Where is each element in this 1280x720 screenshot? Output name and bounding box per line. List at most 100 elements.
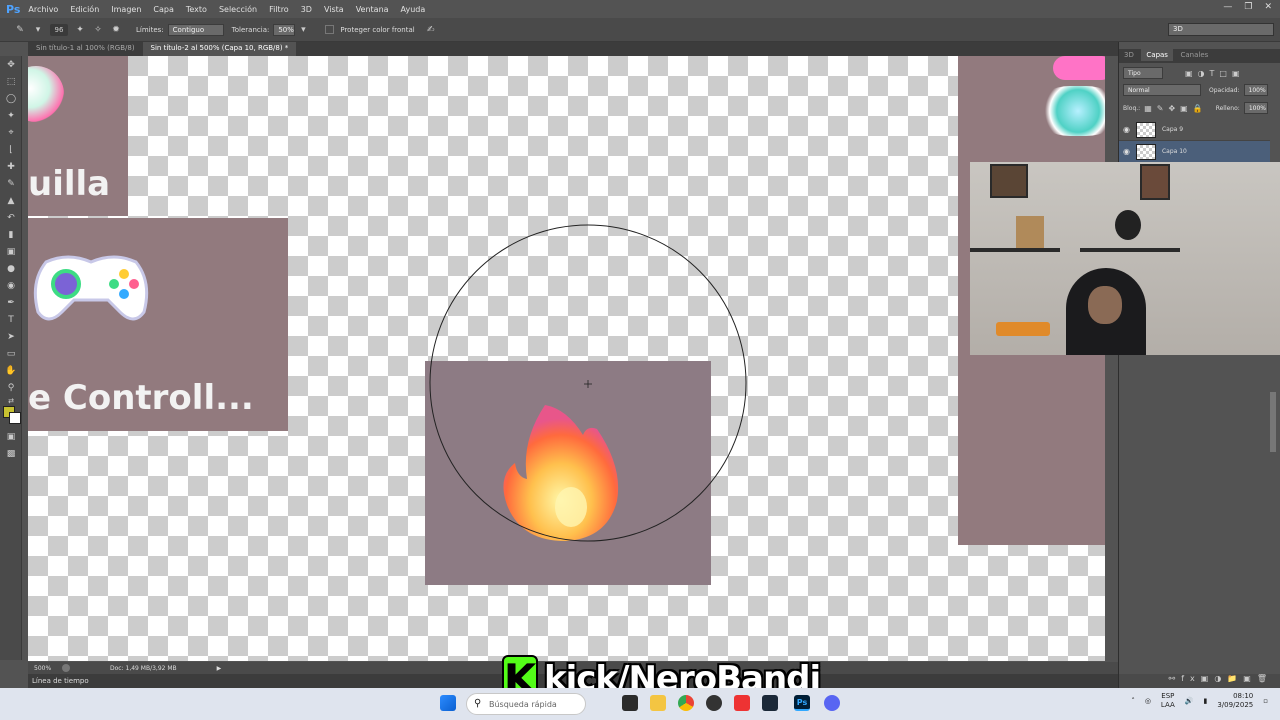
status-arrow-icon[interactable]: ▶ xyxy=(217,665,222,672)
app-icon[interactable] xyxy=(734,695,750,711)
background-color-swatch[interactable] xyxy=(9,412,21,424)
menu-seleccion[interactable]: Selección xyxy=(219,5,257,14)
workspace-select[interactable]: 3D xyxy=(1168,23,1274,36)
search-placeholder: Búsqueda rápida xyxy=(489,699,557,709)
file-explorer-icon[interactable] xyxy=(650,695,666,711)
move-tool-icon[interactable]: ✥ xyxy=(0,56,22,73)
menu-3d[interactable]: 3D xyxy=(301,5,312,14)
quick-mask-icon[interactable]: ▣ xyxy=(0,428,22,445)
visibility-eye-icon[interactable]: ◉ xyxy=(1123,147,1130,156)
lasso-tool-icon[interactable]: ◯ xyxy=(0,90,22,107)
type-tool-icon[interactable]: T xyxy=(0,311,22,328)
pen-pressure-icon[interactable]: ✍ xyxy=(425,24,437,36)
sampling-swatch-icon[interactable]: ✹ xyxy=(110,24,122,36)
clock[interactable]: 08:10 3/09/2025 xyxy=(1217,692,1253,710)
canvas-layer-logo-fragment: uilla xyxy=(28,56,128,216)
tolerance-input[interactable]: 50% xyxy=(273,23,296,36)
sampling-continuous-icon[interactable]: ✦ xyxy=(74,24,86,36)
tab-channels[interactable]: Canales xyxy=(1176,49,1214,61)
layer-actions-bar[interactable]: ⚯fx▣◑📁▣🗑 xyxy=(1119,674,1280,688)
menu-imagen[interactable]: Imagen xyxy=(111,5,141,14)
blend-row: Normal Opacidad: 100% xyxy=(1119,81,1280,99)
eraser-tool-icon[interactable]: ▮ xyxy=(0,226,22,243)
notifications-icon[interactable]: ▫ xyxy=(1263,697,1268,705)
restore-icon[interactable]: ❐ xyxy=(1244,2,1252,12)
dropdown-arrow-icon[interactable]: ▾ xyxy=(32,24,44,36)
blend-mode-select[interactable]: Normal xyxy=(1123,84,1201,96)
menu-ayuda[interactable]: Ayuda xyxy=(401,5,426,14)
fill-label: Relleno: xyxy=(1215,104,1240,112)
task-view-icon[interactable] xyxy=(622,695,638,711)
doc-size: Doc: 1,49 MB/3,92 MB xyxy=(110,664,177,672)
brush-size-preview[interactable]: 96 xyxy=(50,23,68,36)
path-selection-tool-icon[interactable]: ➤ xyxy=(0,328,22,345)
protect-color-checkbox[interactable] xyxy=(325,25,335,34)
layer-filter-icons[interactable]: ▣◑T□▣ xyxy=(1185,69,1245,78)
menu-ventana[interactable]: Ventana xyxy=(356,5,389,14)
healing-brush-tool-icon[interactable]: ✚ xyxy=(0,158,22,175)
lock-icons[interactable]: ▦✎✥▣🔒 xyxy=(1144,104,1207,113)
color-swatches xyxy=(0,406,21,428)
tab-document-2[interactable]: Sin título-2 al 500% (Capa 10, RGB/8) * xyxy=(142,42,297,56)
shape-tool-icon[interactable]: ▭ xyxy=(0,345,22,362)
taskbar-search[interactable]: ⚲ Búsqueda rápida xyxy=(466,693,586,715)
limits-select[interactable]: Contiguo xyxy=(167,23,224,36)
tab-document-1[interactable]: Sin título-1 al 100% (RGB/8) xyxy=(28,42,143,56)
layer-row-capa-10[interactable]: ◉ Capa 10 xyxy=(1119,141,1270,163)
discord-icon[interactable] xyxy=(824,695,840,711)
sampling-once-icon[interactable]: ✧ xyxy=(92,24,104,36)
hand-tool-icon[interactable]: ✋ xyxy=(0,362,22,379)
layer-kind-filter[interactable]: Tipo xyxy=(1123,67,1163,79)
start-button-icon[interactable] xyxy=(440,695,456,711)
panel-scrollbar[interactable] xyxy=(1270,392,1276,452)
pen-tool-icon[interactable]: ✒ xyxy=(0,294,22,311)
keyboard-layout: LAA xyxy=(1160,701,1175,709)
zoom-tool-icon[interactable]: ⚲ xyxy=(0,379,22,396)
language-indicator[interactable]: ESP LAA xyxy=(1161,692,1175,710)
tab-3d[interactable]: 3D xyxy=(1119,49,1139,61)
gem-fragment-image xyxy=(1038,86,1105,136)
photoshop-taskbar-icon[interactable]: Ps xyxy=(794,695,810,711)
crop-tool-icon[interactable]: ⌖ xyxy=(0,124,22,141)
github-icon[interactable] xyxy=(706,695,722,711)
layer-name: Capa 10 xyxy=(1161,148,1187,155)
steam-icon[interactable] xyxy=(762,695,778,711)
menu-archivo[interactable]: Archivo xyxy=(28,5,58,14)
microphone-icon[interactable]: ◎ xyxy=(1145,697,1151,705)
document-canvas[interactable]: uilla e Controll... xyxy=(28,56,1105,661)
menu-edicion[interactable]: Edición xyxy=(70,5,99,14)
menu-capa[interactable]: Capa xyxy=(153,5,173,14)
speaker-icon[interactable]: 🔊 xyxy=(1185,697,1194,705)
clone-stamp-tool-icon[interactable]: ▲ xyxy=(0,192,22,209)
layer-row-capa-9[interactable]: ◉ Capa 9 xyxy=(1119,119,1270,141)
background-eraser-tool-icon[interactable]: ✎ xyxy=(14,24,26,36)
tolerance-slider-arrow-icon[interactable]: ▾ xyxy=(297,24,309,36)
chrome-icon[interactable] xyxy=(678,695,694,711)
menu-vista[interactable]: Vista xyxy=(324,5,344,14)
screen-mode-icon[interactable]: ▩ xyxy=(0,445,22,462)
menu-filtro[interactable]: Filtro xyxy=(269,5,289,14)
quick-selection-tool-icon[interactable]: ✦ xyxy=(0,107,22,124)
timeline-label[interactable]: Línea de tiempo xyxy=(32,677,89,685)
fill-input[interactable]: 100% xyxy=(1243,102,1268,114)
close-icon[interactable]: ✕ xyxy=(1264,2,1272,12)
tab-layers[interactable]: Capas xyxy=(1141,49,1173,61)
status-menu-icon[interactable] xyxy=(62,664,70,672)
brush-tool-icon[interactable]: ✎ xyxy=(0,175,22,192)
swap-colors-icon[interactable]: ⇄ xyxy=(0,396,22,406)
dodge-tool-icon[interactable]: ◉ xyxy=(0,277,22,294)
chevron-up-icon[interactable]: ˄ xyxy=(1131,697,1135,705)
opacity-input[interactable]: 100% xyxy=(1243,84,1268,96)
battery-icon[interactable]: ▮ xyxy=(1203,697,1207,705)
blur-tool-icon[interactable]: ● xyxy=(0,260,22,277)
eyedropper-tool-icon[interactable]: ⌊ xyxy=(0,141,22,158)
menu-texto[interactable]: Texto xyxy=(186,5,207,14)
history-brush-tool-icon[interactable]: ↶ xyxy=(0,209,22,226)
visibility-eye-icon[interactable]: ◉ xyxy=(1123,125,1130,134)
zoom-level[interactable]: 500% xyxy=(28,665,58,672)
webcam-microphone xyxy=(996,322,1050,336)
minimize-icon[interactable]: — xyxy=(1223,2,1232,12)
gradient-tool-icon[interactable]: ▣ xyxy=(0,243,22,260)
marquee-tool-icon[interactable]: ⬚ xyxy=(0,73,22,90)
lock-row: Bloq.: ▦✎✥▣🔒 Relleno: 100% xyxy=(1119,99,1280,117)
